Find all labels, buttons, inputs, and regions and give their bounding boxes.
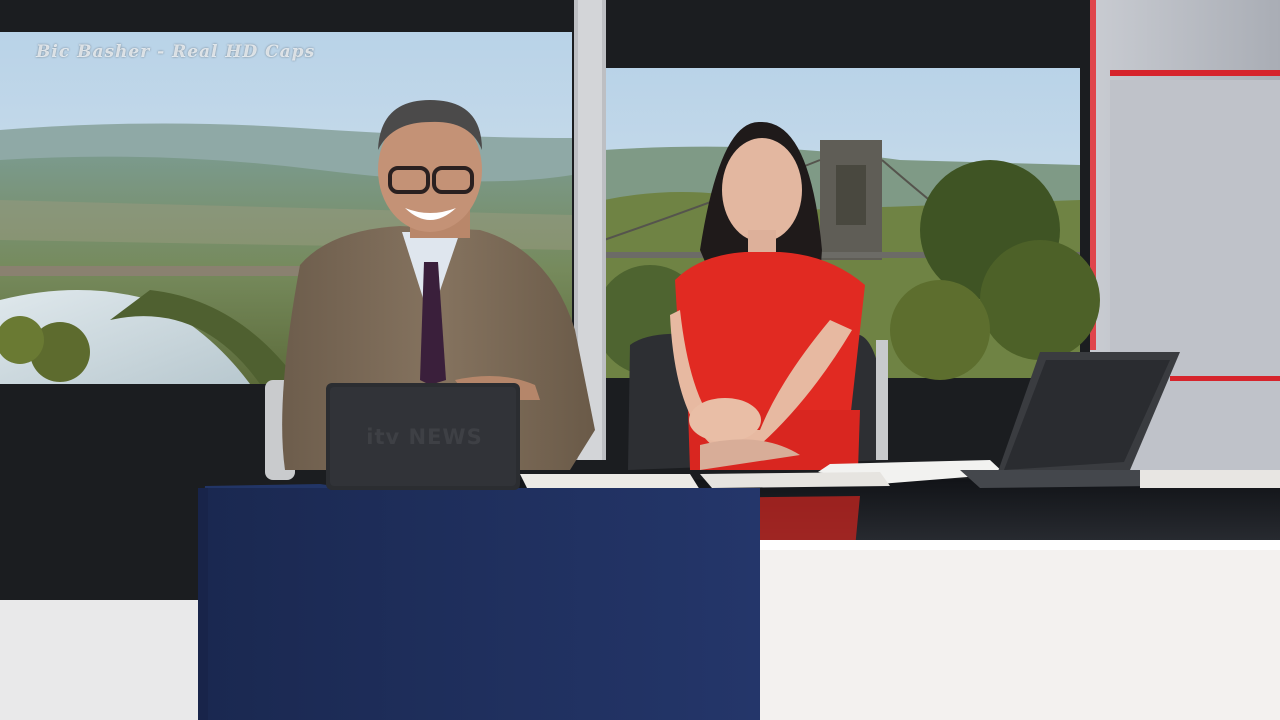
female-head xyxy=(722,138,802,242)
itv-news-logo: itv NEWS xyxy=(366,425,483,449)
floor xyxy=(0,600,210,720)
news-studio-scene xyxy=(0,0,1280,720)
papers-left xyxy=(520,474,700,490)
desk-navy-front xyxy=(198,488,760,720)
red-accent-top xyxy=(1110,70,1280,76)
watermark: Bic Basher - Real HD Caps xyxy=(36,42,316,62)
desk-white-front xyxy=(760,540,1280,720)
red-accent-mid xyxy=(1170,376,1280,381)
